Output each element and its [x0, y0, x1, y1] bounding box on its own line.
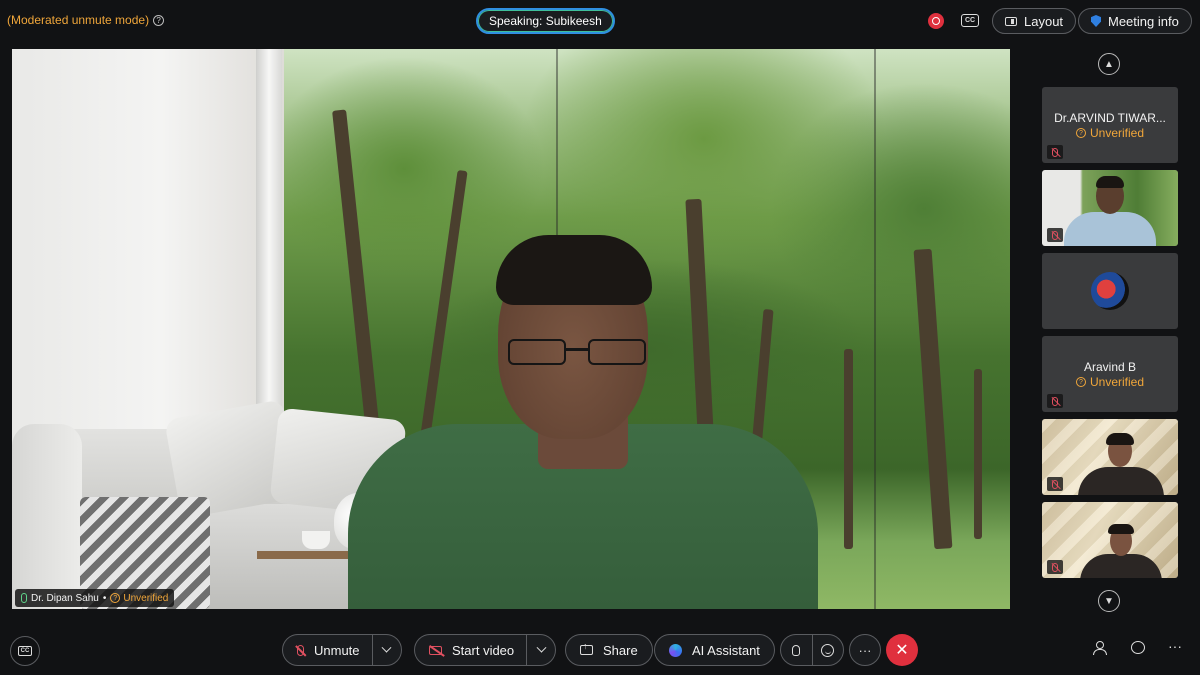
closed-captions-icon: CC — [18, 646, 32, 656]
participant-name-tag: Dr. Dipan Sahu • ? Unverified — [15, 589, 175, 607]
mode-label: (Moderated unmute mode) — [7, 13, 150, 27]
participant-tile-status: ? Unverified — [1042, 126, 1178, 140]
top-bar: (Moderated unmute mode) ? Speaking: Subi… — [0, 0, 1200, 44]
share-button[interactable]: Share — [565, 634, 653, 666]
reactions-button[interactable] — [813, 635, 844, 665]
muted-mic-icon — [1047, 560, 1063, 574]
participant-tile-status: ? Unverified — [1042, 375, 1178, 389]
closed-captions-icon[interactable]: CC — [961, 14, 979, 27]
unmute-control: Unmute — [282, 634, 402, 666]
share-label: Share — [603, 642, 638, 658]
captions-button[interactable]: CC — [10, 636, 40, 666]
ai-assistant-label: AI Assistant — [692, 642, 760, 658]
share-screen-icon — [580, 641, 593, 655]
muted-mic-icon — [1047, 228, 1063, 242]
start-video-button[interactable]: Start video — [415, 635, 526, 665]
unverified-icon: ? — [1075, 377, 1086, 387]
main-speaker-video — [348, 235, 818, 609]
muted-mic-icon — [1047, 145, 1063, 159]
video-options-dropdown[interactable] — [527, 635, 555, 665]
audio-options-dropdown[interactable] — [373, 635, 401, 665]
recording-icon[interactable] — [928, 13, 944, 29]
avatar — [1091, 272, 1129, 310]
participant-tile-name: Aravind B — [1083, 360, 1137, 374]
chevron-down-icon — [536, 642, 547, 653]
participant-tile[interactable]: Aravind B ? Unverified — [1042, 336, 1178, 412]
unmute-button[interactable]: Unmute — [283, 635, 372, 665]
active-speaker-indicator: Speaking: Subikeesh — [476, 8, 615, 34]
layout-button[interactable]: Layout — [992, 8, 1077, 34]
video-control: Start video — [414, 634, 557, 666]
separator: • — [102, 592, 107, 604]
meeting-info-button[interactable]: Meeting info — [1078, 8, 1192, 34]
muted-mic-icon — [1047, 477, 1063, 491]
camera-off-icon — [429, 645, 442, 655]
unmute-label: Unmute — [314, 642, 360, 658]
scroll-down-button[interactable]: ▼ — [1098, 590, 1120, 612]
ai-assistant-button[interactable]: AI Assistant — [654, 634, 775, 666]
chevron-down-icon — [381, 642, 392, 653]
layout-label: Layout — [1024, 13, 1064, 29]
reactions-group — [780, 634, 844, 666]
participant-tile-name: Dr.ARVIND TIWAR... — [1054, 111, 1166, 125]
muted-mic-icon — [1047, 394, 1063, 408]
more-options-button[interactable]: ··· — [1168, 638, 1182, 654]
participant-sidebar: ▲ Dr.ARVIND TIWAR... ? Unverified Aravin… — [1040, 49, 1180, 619]
participant-tile[interactable] — [1042, 419, 1178, 495]
mic-muted-icon — [297, 644, 304, 656]
unverified-status: ? Unverified — [110, 593, 168, 604]
raise-hand-button[interactable] — [781, 635, 812, 665]
chat-icon — [1131, 641, 1145, 654]
layout-icon — [1005, 16, 1017, 26]
participants-icon — [1093, 641, 1107, 655]
unverified-icon: ? — [110, 593, 121, 603]
participant-tile[interactable] — [1042, 253, 1178, 329]
scroll-up-button[interactable]: ▲ — [1098, 53, 1120, 75]
help-icon[interactable]: ? — [153, 14, 165, 26]
participant-tile[interactable] — [1042, 170, 1178, 246]
start-video-label: Start video — [452, 642, 515, 658]
participants-button[interactable] — [1093, 641, 1107, 655]
bottom-control-bar: CC Unmute Start video Share AI Assistant — [0, 625, 1200, 675]
participant-name: Dr. Dipan Sahu — [31, 592, 99, 604]
chat-button[interactable] — [1131, 641, 1145, 654]
mic-active-icon — [21, 593, 27, 603]
main-video-stage[interactable]: Dr. Dipan Sahu • ? Unverified — [12, 49, 1010, 609]
more-button[interactable]: ··· — [849, 634, 881, 666]
leave-meeting-button[interactable]: ✕ — [886, 634, 918, 666]
smiley-icon — [821, 643, 835, 657]
moderated-unmute-mode: (Moderated unmute mode) ? — [7, 13, 165, 27]
ai-assistant-icon — [669, 643, 682, 657]
shield-icon — [1091, 15, 1101, 27]
raise-hand-icon — [792, 644, 801, 656]
glasses — [508, 339, 648, 367]
meeting-info-label: Meeting info — [1108, 13, 1179, 29]
participant-tile[interactable] — [1042, 502, 1178, 578]
unverified-icon: ? — [1075, 128, 1086, 138]
participant-tile[interactable]: Dr.ARVIND TIWAR... ? Unverified — [1042, 87, 1178, 163]
